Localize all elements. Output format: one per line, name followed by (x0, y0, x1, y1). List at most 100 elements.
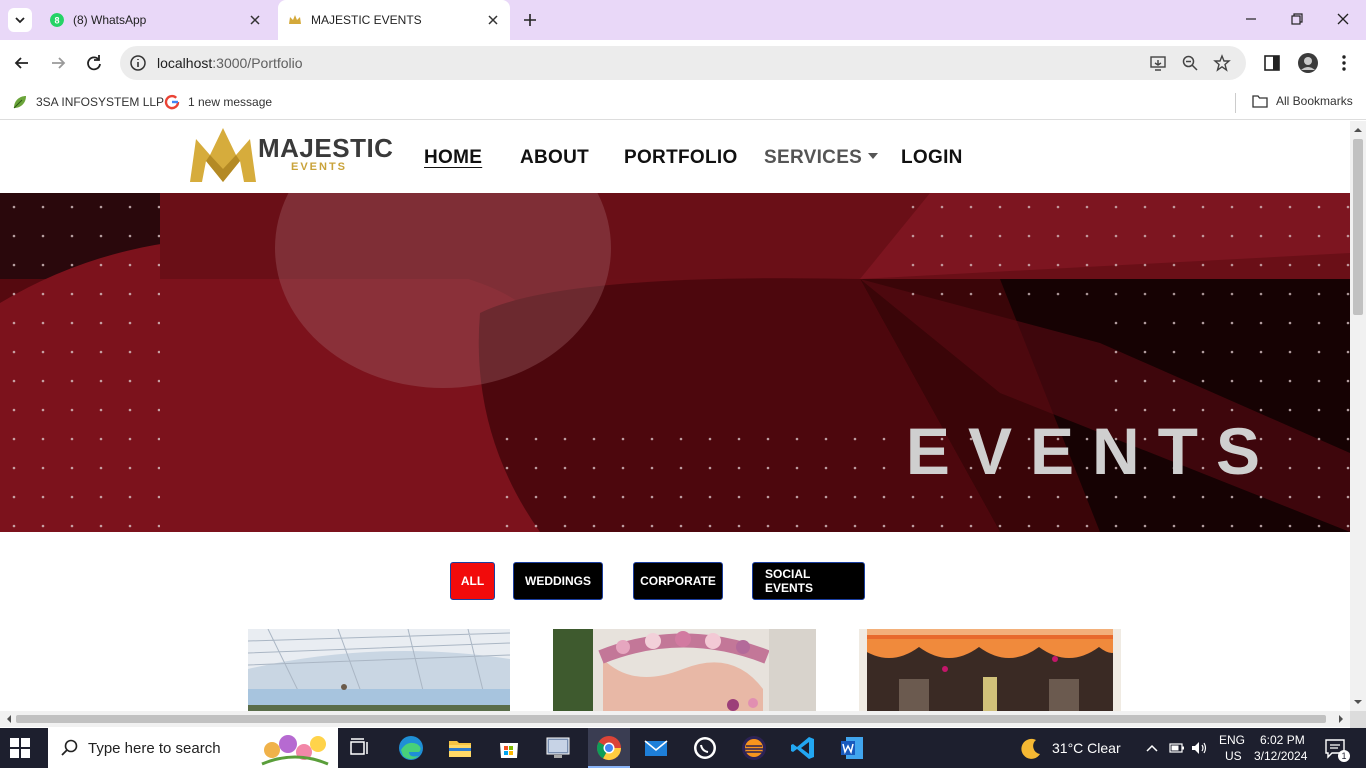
mail-icon[interactable] (642, 734, 670, 762)
caret-down-icon (868, 152, 879, 159)
crown-icon (289, 15, 301, 24)
gallery-item[interactable] (859, 629, 1121, 711)
taskbar-search[interactable]: Type here to search (48, 728, 338, 768)
close-window-icon[interactable] (1334, 10, 1352, 28)
word-icon[interactable] (838, 734, 866, 762)
divider (1235, 93, 1236, 113)
task-view-icon[interactable] (346, 734, 374, 762)
tab-strip: 8 (8) WhatsApp MAJESTIC EVENTS (0, 0, 1366, 40)
reload-icon[interactable] (83, 52, 105, 74)
side-panel-icon[interactable] (1261, 52, 1283, 74)
svg-text:8: 8 (54, 16, 59, 26)
chevron-down-icon (15, 17, 25, 24)
microsoft-store-icon[interactable] (495, 734, 523, 762)
restore-icon[interactable] (1288, 10, 1306, 28)
scrollbar-thumb[interactable] (16, 715, 1326, 723)
page-viewport: MAJESTIC EVENTS HOME ABOUT PORTFOLIO SER… (0, 121, 1350, 711)
bookmark-star-icon[interactable] (1213, 54, 1231, 72)
flowers-decoration-icon (261, 735, 329, 766)
nav-services[interactable]: SERVICES (764, 147, 879, 169)
scroll-left-icon[interactable] (2, 711, 16, 727)
all-bookmarks-button[interactable]: All Bookmarks (1252, 94, 1353, 108)
gallery-item[interactable] (248, 629, 510, 711)
scrollbar-thumb[interactable] (1353, 139, 1363, 315)
moon-weather-icon (1021, 738, 1040, 759)
clock-time[interactable]: 6:02 PM (1260, 733, 1305, 747)
hero-title: EVENTS (905, 414, 1278, 488)
orange-drapes-image (859, 629, 1121, 711)
back-icon[interactable] (11, 52, 33, 74)
bookmark-3sa[interactable]: 3SA INFOSYSTEM LLP (12, 94, 164, 110)
nav-home[interactable]: HOME (424, 147, 482, 169)
site-info-icon[interactable] (129, 54, 147, 72)
logo-wordmark: MAJESTIC (258, 133, 394, 163)
weather-text[interactable]: 31°C Clear (1052, 740, 1121, 756)
google-icon (164, 94, 180, 110)
file-explorer-icon[interactable] (446, 734, 474, 762)
tab-whatsapp[interactable]: 8 (8) WhatsApp (40, 0, 272, 40)
filter-weddings[interactable]: WEDDINGS (513, 562, 603, 600)
url-path: :3000/Portfolio (212, 55, 303, 71)
language-code[interactable]: ENG (1219, 733, 1245, 747)
logo-subtitle: EVENTS (291, 161, 348, 173)
chevron-up-icon[interactable] (1144, 740, 1160, 756)
hero-banner: EVENTS (0, 193, 1350, 532)
filter-social-events[interactable]: SOCIAL EVENTS (752, 562, 865, 600)
nav-login[interactable]: LOGIN (901, 147, 963, 169)
site-navbar: MAJESTIC EVENTS HOME ABOUT PORTFOLIO SER… (0, 121, 1350, 193)
all-bookmarks-label: All Bookmarks (1276, 94, 1353, 108)
scroll-up-icon[interactable] (1350, 123, 1366, 137)
vertical-scrollbar[interactable] (1350, 121, 1366, 711)
windows-start-icon[interactable] (10, 738, 30, 758)
portfolio-filters: ALL WEDDINGS CORPORATE SOCIAL EVENTS (0, 562, 1350, 600)
url-text: localhost:3000/Portfolio (157, 55, 303, 71)
tab-majestic-events[interactable]: MAJESTIC EVENTS (278, 0, 510, 40)
filter-corporate[interactable]: CORPORATE (633, 562, 723, 600)
minimize-icon[interactable] (1242, 10, 1260, 28)
chrome-icon[interactable] (595, 734, 623, 762)
nav-services-label: SERVICES (764, 147, 863, 168)
close-icon[interactable] (486, 13, 500, 27)
filter-all[interactable]: ALL (450, 562, 495, 600)
volume-icon[interactable] (1190, 740, 1208, 756)
tab-search-button[interactable] (8, 8, 32, 32)
clock-date[interactable]: 3/12/2024 (1254, 749, 1307, 763)
tab-title: (8) WhatsApp (73, 13, 147, 27)
whatsapp-taskbar-icon[interactable] (691, 734, 719, 762)
site-logo[interactable]: MAJESTIC EVENTS (188, 125, 393, 185)
forward-icon[interactable] (47, 52, 69, 74)
edge-icon[interactable] (397, 734, 425, 762)
bookmark-google[interactable]: 1 new message (164, 94, 272, 110)
bookmark-label: 1 new message (188, 95, 273, 109)
profile-avatar[interactable] (1297, 52, 1319, 74)
remote-desktop-icon[interactable] (544, 734, 572, 762)
search-icon (61, 739, 78, 756)
bookmark-label: 3SA INFOSYSTEM LLP (36, 95, 165, 109)
new-tab-icon[interactable] (520, 10, 540, 30)
windows-taskbar: Type here to search 31°C Clear ENG US 6:… (0, 728, 1366, 768)
folder-icon (1252, 95, 1268, 108)
gallery-item[interactable] (553, 629, 816, 711)
close-icon[interactable] (248, 13, 262, 27)
battery-icon[interactable] (1168, 740, 1186, 756)
leaf-icon (13, 96, 26, 109)
scroll-right-icon[interactable] (1334, 711, 1348, 727)
nav-portfolio[interactable]: PORTFOLIO (624, 147, 738, 169)
eclipse-icon[interactable] (740, 734, 768, 762)
search-placeholder: Type here to search (88, 740, 221, 757)
bookmarks-bar: 3SA INFOSYSTEM LLP 1 new message All Boo… (0, 86, 1366, 120)
address-bar[interactable]: localhost:3000/Portfolio (120, 46, 1246, 80)
zoom-icon[interactable] (1181, 54, 1199, 72)
vscode-icon[interactable] (789, 734, 817, 762)
nav-about[interactable]: ABOUT (520, 147, 589, 169)
install-app-icon[interactable] (1149, 54, 1167, 72)
scroll-down-icon[interactable] (1350, 695, 1366, 709)
scrollbar-corner (1350, 711, 1366, 728)
tab-title: MAJESTIC EVENTS (311, 13, 422, 27)
whatsapp-icon: 8 (50, 13, 64, 27)
crown-logo-icon (190, 128, 256, 182)
floral-stage-image (553, 629, 816, 711)
horizontal-scrollbar[interactable] (0, 711, 1350, 727)
language-region[interactable]: US (1225, 749, 1242, 763)
kebab-menu-icon[interactable] (1333, 52, 1355, 74)
